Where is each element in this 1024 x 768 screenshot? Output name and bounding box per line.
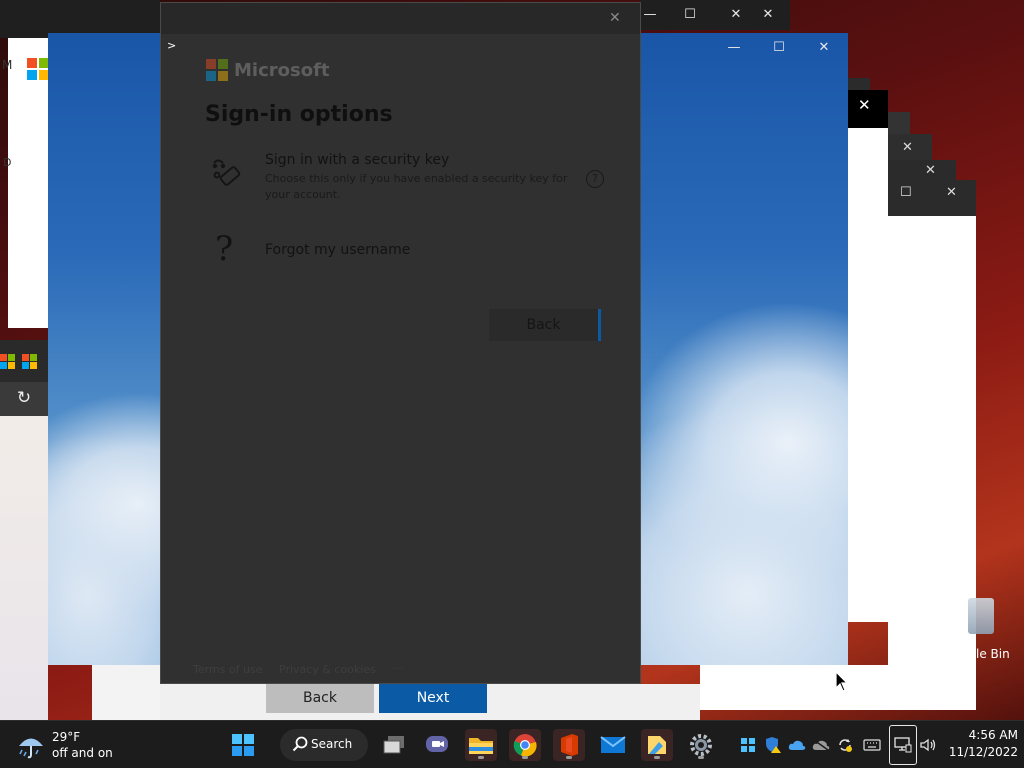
maximize-icon[interactable]: ☐: [900, 185, 912, 200]
running-indicator: [698, 756, 704, 759]
rain-umbrella-icon: [16, 733, 46, 759]
option-title: Forgot my username: [265, 242, 411, 258]
sync-icon[interactable]: [836, 736, 854, 754]
task-view-icon[interactable]: [378, 729, 410, 761]
teams-chat-icon[interactable]: [421, 729, 453, 761]
option-title: Sign in with a security key: [265, 152, 450, 168]
clock[interactable]: 4:56 AM 11/12/2022: [944, 727, 1018, 763]
next-button-background[interactable]: Next: [379, 684, 487, 713]
volume-icon[interactable]: [919, 736, 937, 754]
close-icon[interactable]: ✕: [609, 10, 621, 26]
running-indicator: [566, 756, 572, 759]
clock-time: 4:56 AM: [968, 728, 1018, 742]
close-icon[interactable]: ✕: [946, 185, 957, 200]
help-icon[interactable]: ?: [586, 170, 604, 188]
tab-favicon-icon[interactable]: [22, 354, 38, 370]
network-icon[interactable]: [889, 725, 917, 765]
microsoft-logo-icon: [206, 59, 228, 81]
sign-in-dialog: ✕ > Microsoft Sign-in options Sign in wi…: [160, 2, 641, 684]
close-icon[interactable]: ✕: [902, 140, 913, 155]
security-key-option[interactable]: Sign in with a security key Choose this …: [205, 149, 605, 205]
recycle-bin-icon[interactable]: [968, 598, 994, 634]
recycle-bin-label: le Bin: [976, 647, 1010, 661]
brand-label: Microsoft: [234, 60, 330, 81]
more-options-link[interactable]: ···: [393, 662, 404, 675]
file-explorer-icon[interactable]: [465, 729, 497, 761]
minimize-icon[interactable]: —: [712, 33, 756, 63]
page-title: Sign-in options: [205, 102, 393, 127]
settings-icon[interactable]: [685, 729, 717, 761]
search-label: Search: [311, 737, 353, 751]
notes-icon[interactable]: [641, 729, 673, 761]
browser-content-fragment: [0, 416, 48, 720]
weather-status: off and on: [52, 746, 113, 760]
chrome-icon[interactable]: [509, 729, 541, 761]
background-window-right-body: [888, 216, 976, 710]
weather-widget[interactable]: 29°F off and on: [16, 727, 126, 763]
search-button[interactable]: Search: [280, 729, 368, 761]
background-window-bottom-left: [92, 665, 160, 720]
back-button-background[interactable]: Back: [266, 684, 374, 713]
background-window-right-6: [888, 160, 956, 180]
tab-favicon-icon[interactable]: [0, 354, 16, 370]
keyboard-icon[interactable]: [863, 736, 881, 754]
clock-date: 11/12/2022: [948, 745, 1018, 759]
mouse-cursor-icon: [835, 670, 849, 697]
search-icon: [292, 736, 308, 756]
close-icon[interactable]: ✕: [925, 163, 936, 178]
background-window-right-3: [848, 128, 888, 622]
close-icon[interactable]: ✕: [746, 0, 790, 30]
browser-tabs-strip: [0, 352, 48, 374]
windows-update-icon[interactable]: [739, 736, 757, 754]
running-indicator: [654, 756, 660, 759]
weather-temp: 29°F: [52, 730, 81, 744]
background-window-titlebar: — ☐ ✕ ✕: [640, 0, 790, 30]
security-key-icon: [209, 155, 245, 191]
forgot-username-option[interactable]: ? Forgot my username: [205, 229, 605, 273]
cursor-prompt: >: [167, 39, 177, 52]
partial-text-m: M: [2, 58, 13, 72]
onedrive-icon[interactable]: [788, 736, 806, 754]
microsoft-logo-icon: [27, 58, 49, 80]
running-indicator: [478, 756, 484, 759]
back-button[interactable]: Back: [489, 309, 601, 341]
close-icon[interactable]: ✕: [802, 33, 846, 63]
office-icon[interactable]: [553, 729, 585, 761]
option-description: Choose this only if you have enabled a s…: [265, 172, 568, 201]
running-indicator: [522, 756, 528, 759]
maximize-icon[interactable]: ☐: [668, 0, 712, 30]
start-icon[interactable]: [227, 729, 259, 761]
background-window-right-4: [888, 112, 910, 134]
mail-icon[interactable]: [597, 729, 629, 761]
onedrive-paused-icon[interactable]: [812, 736, 830, 754]
close-icon[interactable]: ✕: [858, 96, 871, 114]
defender-warning-icon[interactable]: [764, 736, 782, 754]
dialog-titlebar: [161, 3, 640, 34]
privacy-cookies-link[interactable]: Privacy & cookies: [279, 663, 376, 676]
question-mark-icon: ?: [215, 229, 234, 269]
terms-of-use-link[interactable]: Terms of use: [193, 663, 262, 676]
partial-text-d: D: [3, 156, 12, 169]
maximize-icon[interactable]: ☐: [757, 33, 801, 63]
refresh-icon[interactable]: ↻: [14, 388, 34, 408]
taskbar: 29°F off and on Search 4:56 AM 11/12/202…: [0, 720, 1024, 768]
sky-window-controls: — ☐ ✕: [712, 33, 848, 65]
